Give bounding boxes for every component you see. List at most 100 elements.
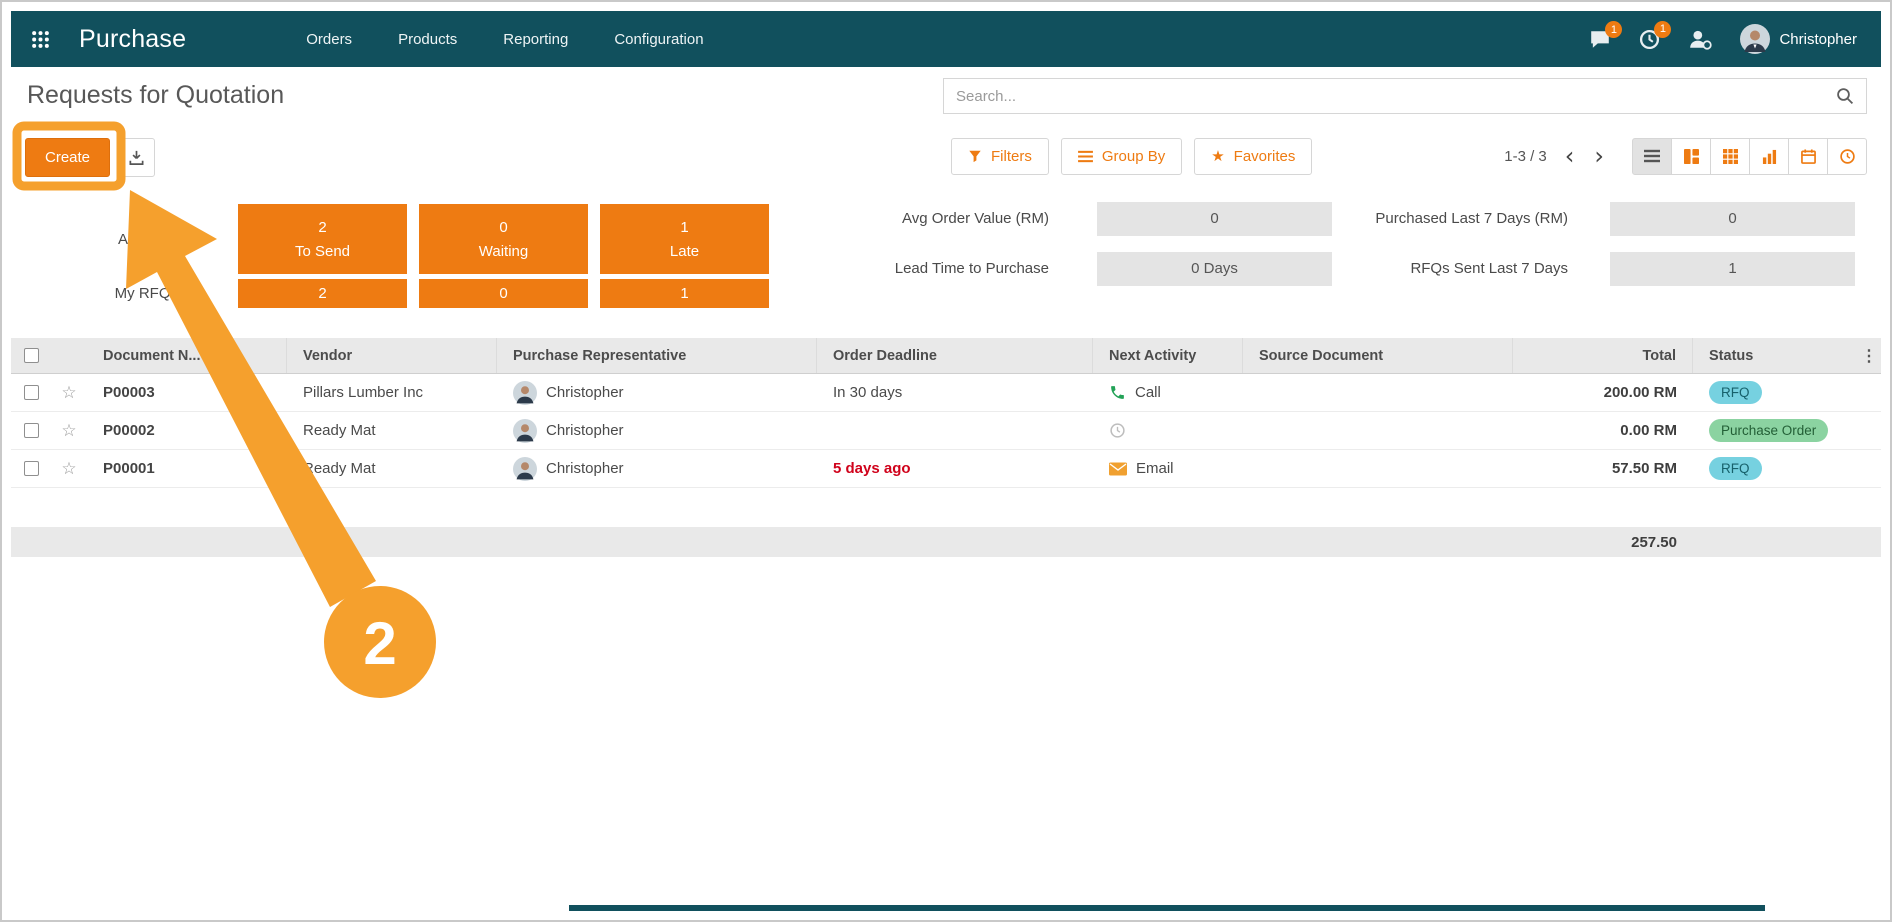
navbar-right: 1 1 (1589, 24, 1881, 54)
page-title: Requests for Quotation (27, 81, 284, 110)
menu-orders[interactable]: Orders (306, 31, 352, 48)
group-by-label: Group By (1102, 148, 1165, 165)
row-vendor: Ready Mat (287, 460, 497, 477)
filters-label: Filters (991, 148, 1032, 165)
metric-avg-order-label: Avg Order Value (RM) (651, 202, 1049, 236)
odoo-app: Purchase Orders Products Reporting Confi… (11, 11, 1881, 911)
calendar-view-icon (1801, 149, 1816, 164)
empty-row (11, 488, 1881, 527)
table-row[interactable]: ☆ P00003 Pillars Lumber Inc Christopher … (11, 374, 1881, 412)
column-vendor[interactable]: Vendor (287, 338, 497, 373)
metric-purchased-7d-label: Purchased Last 7 Days (RM) (1342, 202, 1568, 236)
column-source-document[interactable]: Source Document (1243, 338, 1513, 373)
row-checkbox[interactable] (24, 461, 39, 476)
tile-waiting-label: Waiting (479, 243, 528, 260)
funnel-icon (968, 149, 982, 163)
clock-activity-icon (1109, 422, 1126, 439)
kanban-view-icon (1684, 149, 1699, 164)
rfq-list: Document N... Vendor Purchase Representa… (11, 338, 1881, 557)
activity-label: Email (1136, 460, 1174, 477)
activity-clock-view-icon (1840, 149, 1855, 164)
view-activity-button[interactable] (1827, 138, 1867, 175)
create-button[interactable]: Create (25, 138, 110, 177)
main-menu: Orders Products Reporting Configuration (306, 31, 703, 48)
list-view-icon (1644, 149, 1660, 163)
activities-icon[interactable]: 1 (1639, 29, 1660, 50)
my-rfqs-filter[interactable]: My RFQs (25, 285, 178, 302)
menu-configuration[interactable]: Configuration (614, 31, 703, 48)
column-status[interactable]: Status (1693, 338, 1857, 373)
user-status-icon[interactable] (1688, 28, 1712, 50)
row-total: 57.50 RM (1513, 460, 1693, 477)
favorite-star-icon[interactable]: ☆ (61, 459, 76, 479)
row-deadline: In 30 days (817, 384, 1093, 401)
purchase-dashboard: All RFQs My RFQs 2 To Send 0 Waiting 1 L… (11, 199, 1881, 313)
row-checkbox[interactable] (24, 423, 39, 438)
menu-reporting[interactable]: Reporting (503, 31, 568, 48)
optional-columns-icon[interactable]: ⋮ (1857, 346, 1881, 366)
column-purchase-representative[interactable]: Purchase Representative (497, 338, 817, 373)
table-row[interactable]: ☆ P00001 Ready Mat Christopher 5 days ag… (11, 450, 1881, 488)
tile-my-to-send[interactable]: 2 (238, 279, 407, 308)
filter-buttons-group: Filters Group By ★ Favorites (951, 138, 1312, 175)
view-calendar-button[interactable] (1788, 138, 1828, 175)
pager-next-icon[interactable]: › (1592, 144, 1606, 168)
row-next-activity[interactable] (1093, 422, 1243, 439)
row-checkbox[interactable] (24, 385, 39, 400)
rep-name: Christopher (546, 460, 624, 477)
user-menu[interactable]: Christopher (1740, 24, 1857, 54)
all-rfqs-filter[interactable]: All RFQs (25, 231, 178, 248)
filters-button[interactable]: Filters (951, 138, 1049, 175)
view-pivot-button[interactable] (1710, 138, 1750, 175)
row-next-activity[interactable]: Email (1093, 460, 1243, 477)
messages-icon[interactable]: 1 (1589, 29, 1611, 49)
import-button[interactable] (117, 138, 155, 177)
screenshot-frame: Purchase Orders Products Reporting Confi… (0, 0, 1892, 922)
table-row[interactable]: ☆ P00002 Ready Mat Christopher (11, 412, 1881, 450)
rep-name: Christopher (546, 422, 624, 439)
group-by-button[interactable]: Group By (1061, 138, 1182, 175)
column-total[interactable]: Total (1513, 338, 1693, 373)
search-icon[interactable] (1836, 87, 1854, 105)
view-switcher (1632, 138, 1867, 175)
column-order-deadline[interactable]: Order Deadline (817, 338, 1093, 373)
tile-waiting[interactable]: 0 Waiting (419, 204, 588, 274)
avatar (1740, 24, 1770, 54)
row-reference: P00002 (87, 422, 287, 439)
row-next-activity[interactable]: Call (1093, 384, 1243, 401)
metric-purchased-7d-value: 0 (1610, 202, 1855, 236)
rep-avatar (513, 381, 537, 405)
metric-rfqs-sent-7d-value: 1 (1610, 252, 1855, 286)
messages-badge: 1 (1605, 21, 1622, 38)
apps-grid-icon[interactable] (11, 30, 69, 49)
sum-row: 257.50 (11, 527, 1881, 557)
breadcrumb-row: Requests for Quotation (11, 67, 1881, 125)
row-representative: Christopher (497, 457, 817, 481)
metric-lead-time-value: 0 Days (1097, 252, 1332, 286)
favorites-label: Favorites (1234, 148, 1296, 165)
row-vendor: Ready Mat (287, 422, 497, 439)
column-next-activity[interactable]: Next Activity (1093, 338, 1243, 373)
tile-my-waiting[interactable]: 0 (419, 279, 588, 308)
view-list-button[interactable] (1632, 138, 1672, 175)
user-name: Christopher (1779, 31, 1857, 48)
view-graph-button[interactable] (1749, 138, 1789, 175)
tile-to-send-label: To Send (295, 243, 350, 260)
column-document[interactable]: Document N... (87, 338, 287, 373)
table-header: Document N... Vendor Purchase Representa… (11, 338, 1881, 374)
pager-previous-icon[interactable]: ‹ (1563, 144, 1577, 168)
group-by-icon (1078, 150, 1093, 163)
tile-to-send[interactable]: 2 To Send (238, 204, 407, 274)
favorites-button[interactable]: ★ Favorites (1194, 138, 1312, 175)
select-all-checkbox[interactable] (24, 348, 39, 363)
favorite-star-icon[interactable]: ☆ (61, 421, 76, 441)
favorite-star-icon[interactable]: ☆ (61, 383, 76, 403)
menu-products[interactable]: Products (398, 31, 457, 48)
activity-label: Call (1135, 384, 1161, 401)
tile-to-send-count: 2 (318, 219, 326, 236)
search-input[interactable] (956, 88, 1836, 105)
search-options: Filters Group By ★ Favorites 1-3 / 3 (951, 137, 1867, 175)
rep-avatar (513, 457, 537, 481)
download-icon (128, 149, 145, 166)
view-kanban-button[interactable] (1671, 138, 1711, 175)
